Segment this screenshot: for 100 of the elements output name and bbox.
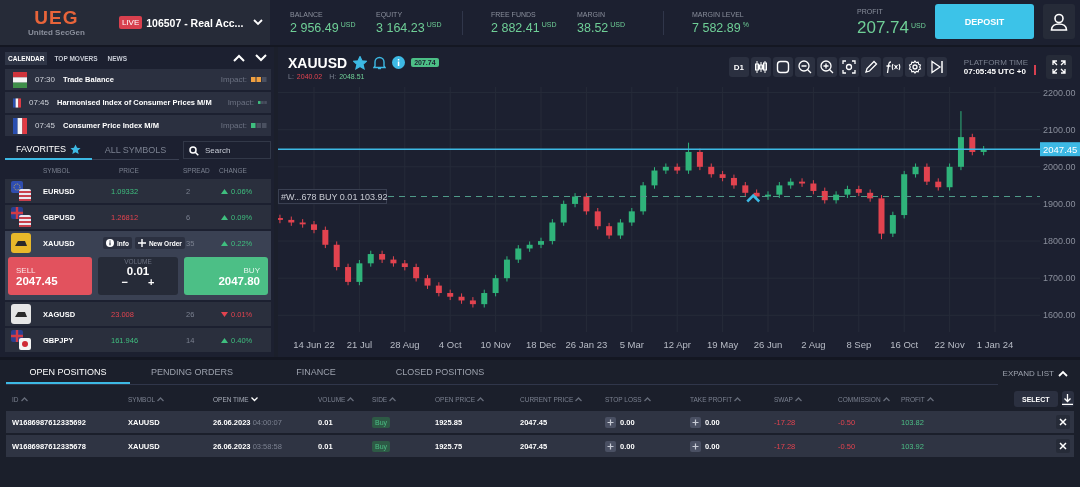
sort-icon — [794, 396, 802, 402]
positions-tab[interactable]: PENDING ORDERS — [130, 362, 254, 384]
positions-tab[interactable]: FINANCE — [254, 362, 378, 384]
logo-mark: UEG — [34, 8, 79, 28]
sort-icon — [643, 396, 651, 402]
candlestick — [821, 187, 828, 205]
candlestick — [833, 190, 840, 205]
settings-button[interactable] — [904, 57, 925, 77]
sell-button[interactable]: SELL 2047.45 — [8, 257, 93, 295]
timeframe-button[interactable]: D1 — [728, 57, 749, 77]
positions-tab[interactable]: OPEN POSITIONS — [6, 362, 130, 384]
y-axis-label: 1900.00 — [1043, 198, 1076, 209]
fit-button[interactable] — [838, 57, 859, 77]
candlestick — [288, 216, 295, 227]
candlestick — [696, 148, 703, 171]
scroll-to-end-button[interactable] — [926, 57, 947, 77]
position-tag: #W...678 BUY 0.01 103.92 — [278, 189, 388, 204]
sort-icon — [347, 396, 355, 402]
candlestick — [469, 296, 476, 308]
sort-icon — [926, 396, 934, 402]
candlestick — [719, 170, 726, 182]
event-time: 07:45 — [35, 121, 56, 130]
candlestick — [481, 289, 488, 308]
candlestick — [889, 211, 896, 238]
candlestick — [367, 250, 374, 268]
candlestick — [912, 162, 919, 179]
download-button[interactable] — [1061, 391, 1074, 407]
instrument-icon — [11, 181, 31, 201]
sort-icon — [157, 396, 165, 402]
candlestick — [628, 207, 635, 227]
zoom-out-button[interactable] — [794, 57, 815, 77]
candlestick — [447, 289, 454, 301]
zoom-in-button[interactable] — [816, 57, 837, 77]
candlestick — [935, 177, 942, 192]
candlestick — [969, 133, 976, 156]
candlestick-button[interactable] — [750, 57, 771, 77]
candlestick — [708, 162, 715, 179]
candlestick — [458, 292, 465, 305]
add-icon[interactable] — [690, 440, 701, 452]
candlestick — [538, 237, 544, 249]
fullscreen-icon — [1052, 60, 1066, 74]
x-axis-label: 4 Oct — [438, 339, 462, 350]
add-icon[interactable] — [605, 416, 616, 428]
candlestick — [799, 177, 806, 188]
close-button[interactable] — [1056, 415, 1070, 429]
fullscreen-button[interactable] — [1046, 55, 1072, 79]
candlestick — [742, 181, 749, 197]
candlestick — [674, 162, 681, 175]
candlestick — [492, 274, 499, 297]
star-icon[interactable] — [353, 55, 368, 70]
volume-value: 0.01 — [126, 265, 150, 277]
function-icon — [884, 60, 901, 74]
chevron-up-icon — [1058, 369, 1068, 377]
decrement-button[interactable]: − — [121, 277, 128, 288]
instrument-icon — [11, 304, 31, 324]
add-icon[interactable] — [605, 440, 616, 452]
positions-tab[interactable]: CLOSED POSITIONS — [378, 362, 502, 384]
zoom-out-icon — [797, 60, 812, 74]
x-axis-label: 21 Jul — [346, 339, 373, 350]
bell-icon[interactable] — [373, 55, 387, 70]
symbols-tab[interactable]: ALL SYMBOLS — [92, 140, 179, 160]
x-axis-label: 10 Nov — [480, 339, 511, 350]
logo-name: United SecGen — [28, 28, 85, 37]
candlestick — [515, 244, 522, 264]
y-axis-label: 2000.00 — [1043, 161, 1076, 172]
info-icon[interactable] — [392, 56, 406, 69]
candlestick — [980, 145, 987, 156]
add-icon[interactable] — [690, 416, 701, 428]
candlestick — [299, 218, 306, 229]
chevron-up-icon[interactable] — [233, 54, 245, 62]
expand-list-button[interactable]: EXPAND LIST — [1002, 362, 1068, 384]
status-indicator — [1034, 65, 1036, 75]
y-axis-label: 1800.00 — [1043, 236, 1076, 247]
chart-symbol: XAUUSD — [288, 54, 348, 71]
close-button[interactable] — [1056, 439, 1070, 453]
increment-button[interactable]: + — [148, 277, 155, 288]
indicators-button[interactable] — [882, 57, 903, 77]
stat-value: 38.52 $^{USD}$ — [577, 20, 627, 35]
candlestick — [379, 250, 386, 264]
candlestick — [765, 190, 771, 201]
search-field[interactable]: Search — [183, 141, 271, 159]
square-icon — [775, 60, 790, 74]
instrument-icon — [11, 233, 31, 253]
x-axis-label: 18 Dec — [525, 339, 557, 350]
candlestick — [617, 218, 624, 240]
shape-button[interactable] — [772, 57, 793, 77]
candlestick — [572, 192, 579, 208]
account-selector[interactable]: LIVE 106507 - Real Acc... — [118, 16, 264, 29]
event-time: 07:45 — [29, 98, 49, 107]
candlestick — [957, 110, 964, 171]
draw-button[interactable] — [860, 57, 881, 77]
x-axis-label: 1 Jan 24 — [976, 339, 1014, 350]
profile-button[interactable] — [1043, 4, 1075, 39]
candlestick — [878, 194, 885, 240]
candlestick — [311, 220, 317, 234]
plus-icon — [137, 239, 146, 247]
close-icon — [1059, 418, 1067, 426]
symbols-tab[interactable]: FAVORITES — [5, 140, 92, 160]
x-axis-label: 12 Apr — [663, 339, 691, 350]
chevron-down-icon[interactable] — [255, 54, 267, 62]
